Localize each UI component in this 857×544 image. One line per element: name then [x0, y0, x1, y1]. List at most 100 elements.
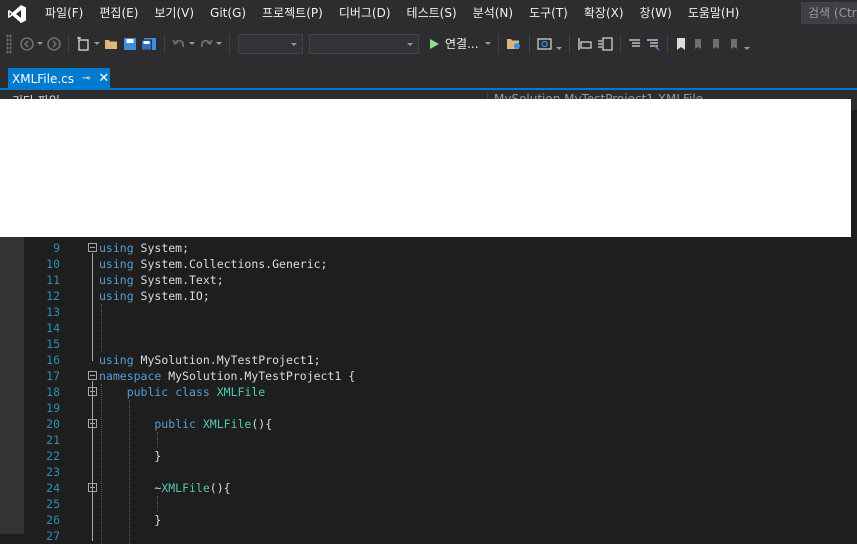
- save-button[interactable]: [123, 33, 137, 55]
- start-button[interactable]: 연결...: [428, 33, 491, 55]
- screenshot-icon: [536, 37, 552, 50]
- solution-explorer-icon: [506, 38, 520, 49]
- solution-configuration-combo[interactable]: [238, 33, 303, 54]
- tab-xmlfile-cs[interactable]: XMLFile.cs ⊸ ✕: [8, 68, 110, 89]
- line-number: 15: [46, 337, 60, 351]
- standard-toolbar: 연결...: [0, 27, 857, 60]
- back-icon: [20, 36, 34, 51]
- redo-button[interactable]: [199, 33, 222, 55]
- prev-bookmark-button[interactable]: [691, 33, 705, 55]
- redo-icon: [201, 39, 213, 47]
- save-icon: [124, 37, 136, 50]
- indicator-margin[interactable]: [0, 237, 24, 534]
- code-text: using MySolution.MyTestProject1;: [99, 352, 321, 368]
- menu-item[interactable]: Git(G): [202, 0, 254, 27]
- align-left-icon: [577, 37, 592, 50]
- code-token: MySolution.MyTestProject1;: [133, 353, 321, 367]
- forward-icon: [47, 36, 61, 51]
- line-number: 19: [46, 401, 60, 415]
- code-line[interactable]: 21: [24, 432, 857, 448]
- comment-button[interactable]: [628, 33, 642, 55]
- collapse-icon[interactable]: [88, 243, 97, 252]
- menu-item[interactable]: 디버그(D): [331, 0, 399, 27]
- bookmark-button[interactable]: [675, 33, 687, 55]
- code-line[interactable]: 10 using System.Collections.Generic;: [24, 256, 857, 272]
- code-line[interactable]: 26 }: [24, 512, 857, 528]
- solution-platform-combo[interactable]: [309, 33, 419, 54]
- visual-studio-logo-icon[interactable]: [0, 0, 34, 27]
- code-token: using: [99, 353, 134, 367]
- screenshot-button[interactable]: [536, 33, 562, 55]
- clear-bookmarks-icon: [730, 38, 737, 49]
- code-line[interactable]: 18 public class XMLFile: [24, 384, 857, 400]
- code-token: System.IO;: [133, 289, 210, 303]
- menu-item[interactable]: 파일(F): [34, 0, 91, 27]
- bookmark-icon: [676, 37, 685, 50]
- menu-item[interactable]: 확장(X): [576, 0, 632, 27]
- clear-bookmarks-button[interactable]: [727, 33, 750, 55]
- comment-icon: [628, 38, 640, 47]
- search-input[interactable]: 검색 (Ctrl: [801, 2, 857, 24]
- code-editor[interactable]: 9 using System; 10 using System.Collections…: [0, 237, 857, 544]
- start-label: 연결...: [445, 37, 479, 51]
- menu-item[interactable]: 보기(V): [146, 0, 202, 27]
- format-icon: [597, 36, 613, 51]
- collapse-icon[interactable]: [88, 371, 97, 380]
- menu-item[interactable]: 도구(T): [521, 0, 576, 27]
- menu-item[interactable]: 분석(N): [465, 0, 521, 27]
- code-token: System.Text;: [133, 273, 224, 287]
- prev-bookmark-icon: [694, 38, 701, 49]
- format-button[interactable]: [597, 33, 613, 55]
- menu-item[interactable]: 도움말(H): [680, 0, 748, 27]
- code-token: public: [99, 417, 196, 431]
- menu-item[interactable]: 편집(E): [91, 0, 146, 27]
- code-token: XMLFile: [202, 417, 252, 431]
- pin-icon[interactable]: ⊸: [82, 73, 90, 84]
- code-token: using: [99, 273, 134, 287]
- undo-button[interactable]: [172, 33, 195, 55]
- align-left-button[interactable]: [577, 33, 593, 55]
- code-line[interactable]: 27: [24, 528, 857, 544]
- open-button[interactable]: [104, 33, 119, 55]
- code-token: (){: [209, 481, 231, 495]
- menu-item[interactable]: 프로젝트(P): [254, 0, 331, 27]
- uncomment-button[interactable]: [646, 33, 660, 55]
- code-line[interactable]: 11 using System.Text;: [24, 272, 857, 288]
- line-number: 25: [46, 497, 60, 511]
- new-project-button[interactable]: [76, 33, 100, 55]
- code-line[interactable]: 15: [24, 336, 857, 352]
- code-token: using: [99, 241, 134, 255]
- code-token: System;: [133, 241, 190, 255]
- undo-icon: [172, 39, 184, 47]
- code-line[interactable]: 14: [24, 320, 857, 336]
- code-line[interactable]: 12 using System.IO;: [24, 288, 857, 304]
- code-text: namespace MySolution.MyTestProject1 {: [99, 368, 355, 384]
- code-line[interactable]: 9 using System;: [24, 240, 857, 256]
- code-token: XMLFile: [161, 481, 210, 495]
- forward-button[interactable]: [47, 33, 61, 55]
- code-text: using System;: [99, 240, 189, 256]
- start-icon: [430, 38, 439, 49]
- toolbar-grip[interactable]: [6, 33, 12, 54]
- line-number: 17: [46, 369, 60, 383]
- code-token: namespace: [99, 369, 162, 383]
- back-button[interactable]: [20, 33, 43, 55]
- code-line[interactable]: 17 namespace MySolution.MyTestProject1 {: [24, 368, 857, 384]
- code-line[interactable]: 13: [24, 304, 857, 320]
- code-line[interactable]: 20 public XMLFile(){: [24, 416, 857, 432]
- code-line[interactable]: 19: [24, 400, 857, 416]
- code-line[interactable]: 22 }: [24, 448, 857, 464]
- code-line[interactable]: 23: [24, 464, 857, 480]
- code-line[interactable]: 24 ~XMLFile(){: [24, 480, 857, 496]
- solution-explorer-button[interactable]: [506, 33, 522, 55]
- line-number: 21: [46, 433, 60, 447]
- code-line[interactable]: 25: [24, 496, 857, 512]
- code-line[interactable]: 16 using MySolution.MyTestProject1;: [24, 352, 857, 368]
- save-all-button[interactable]: [141, 33, 157, 55]
- close-icon[interactable]: ✕: [98, 71, 109, 86]
- line-number: 9: [53, 241, 60, 255]
- next-bookmark-button[interactable]: [709, 33, 723, 55]
- menu-item[interactable]: 테스트(S): [399, 0, 465, 27]
- menu-item[interactable]: 창(W): [632, 0, 680, 27]
